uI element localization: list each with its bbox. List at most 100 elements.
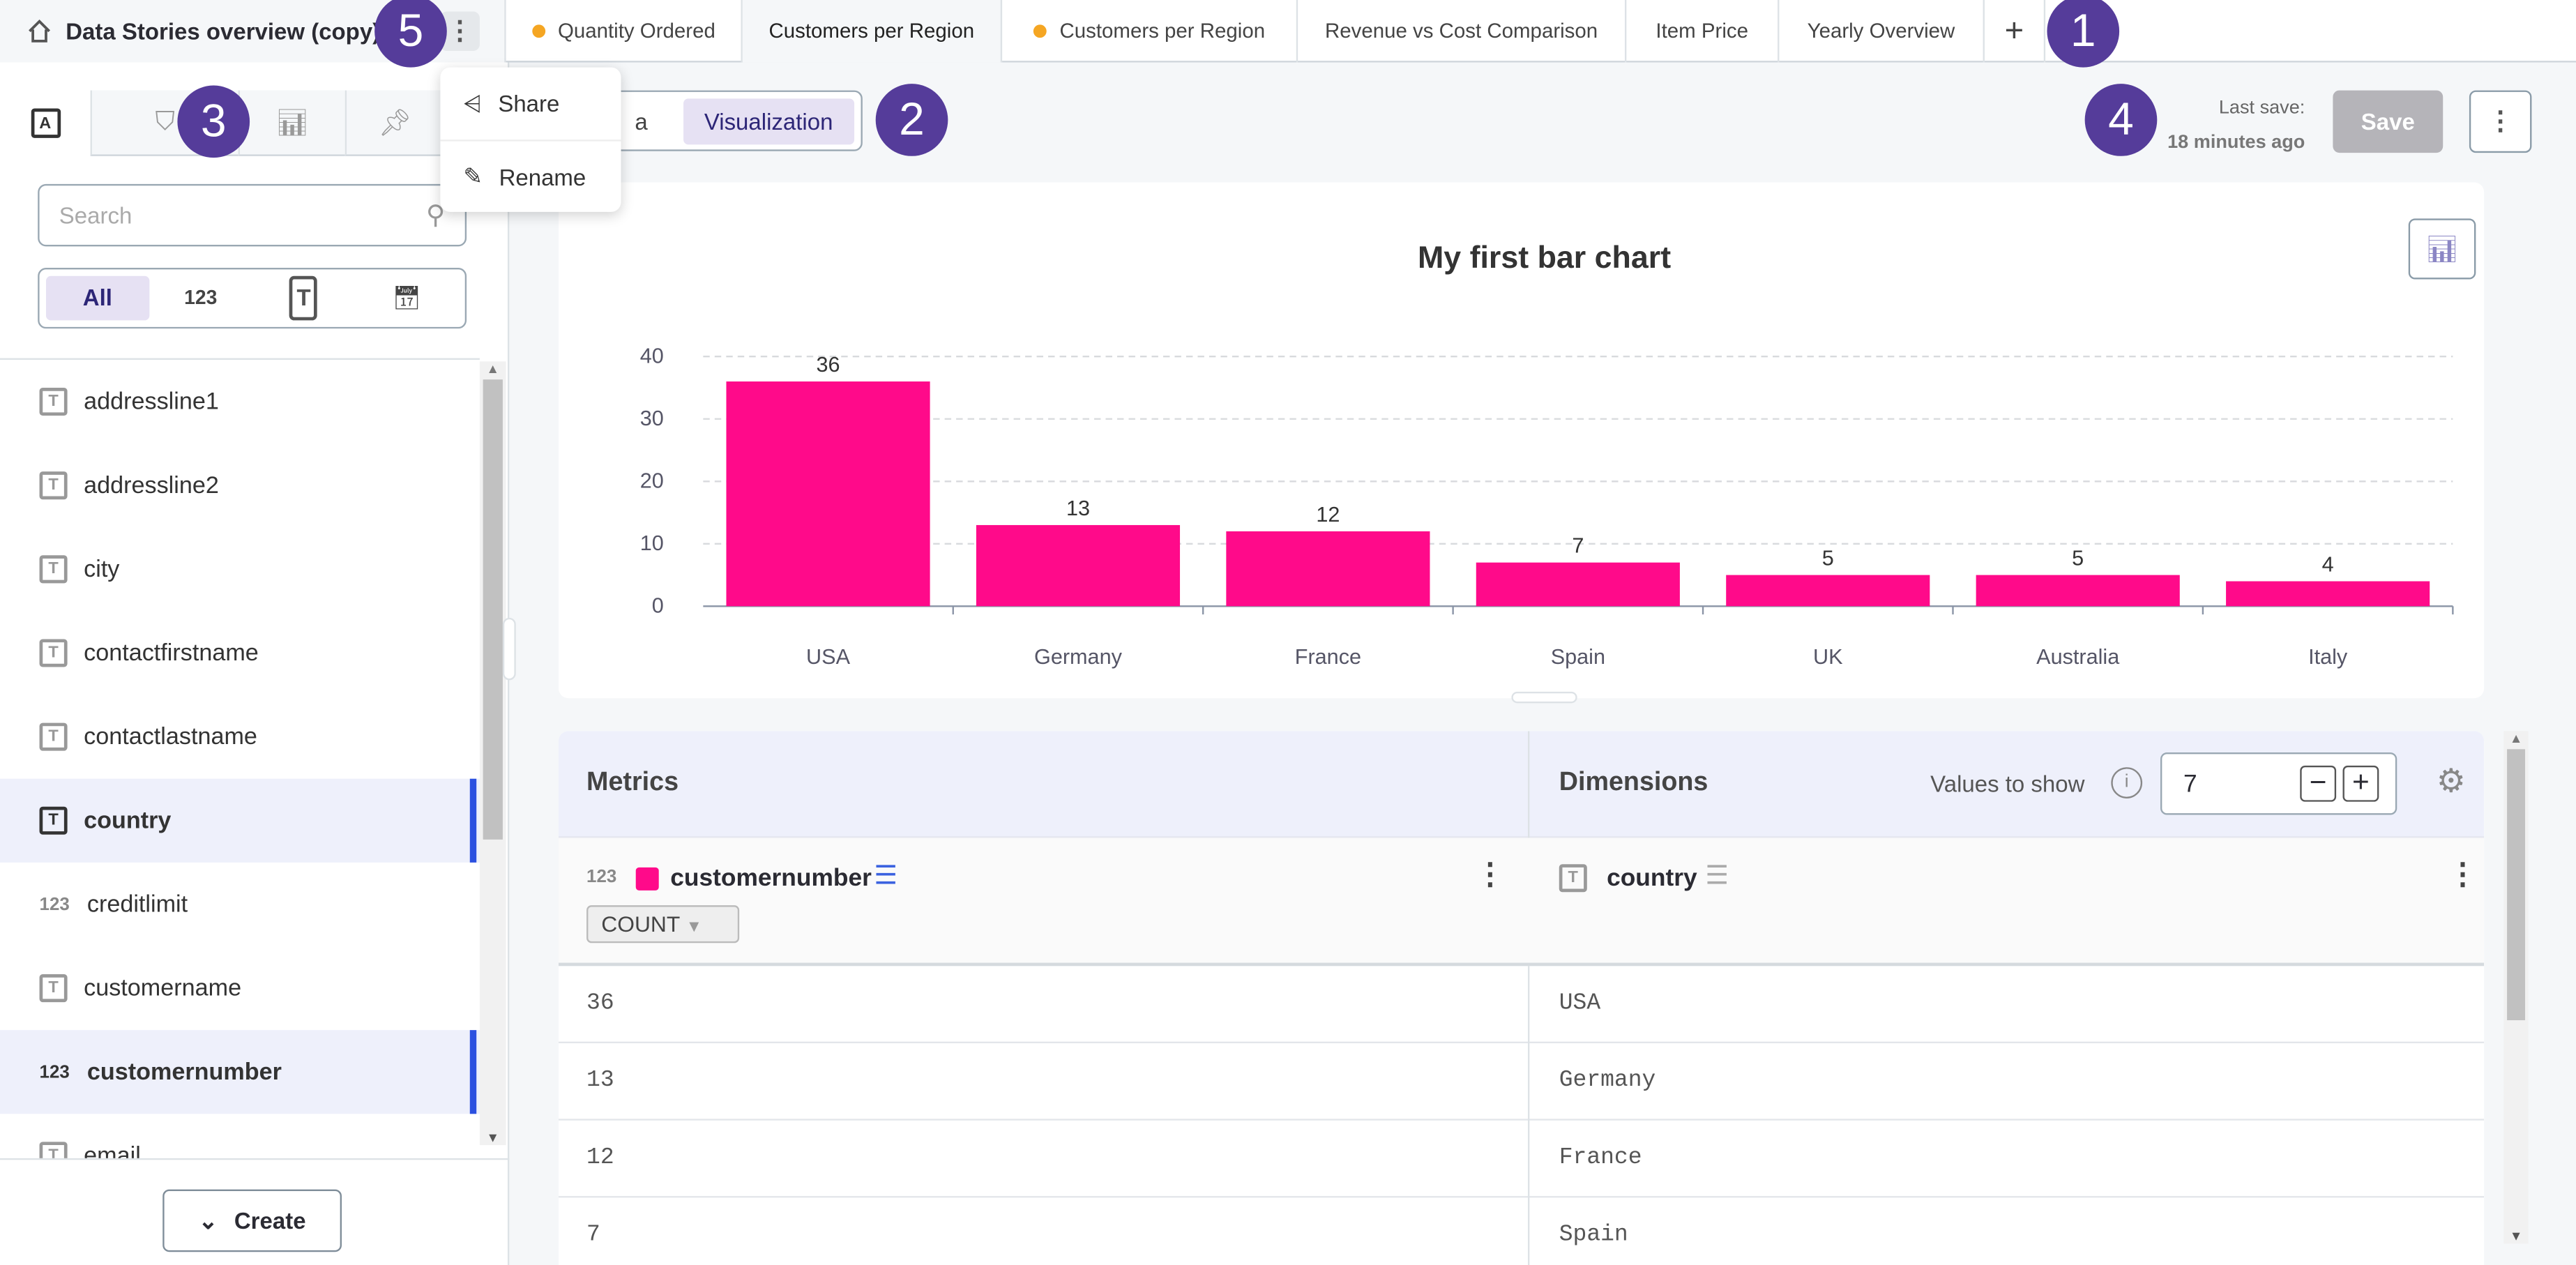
data-label: 5 <box>2072 546 2084 570</box>
field-item[interactable]: Tcontactlastname <box>0 695 480 779</box>
dimension-menu-icon[interactable]: ⋮ <box>2448 858 2477 892</box>
tab-3[interactable]: Revenue vs Cost Comparison <box>1298 0 1627 63</box>
unsaved-dot <box>1033 24 1047 38</box>
x-tick-label: Australia <box>2036 645 2120 669</box>
numeric-type-icon: 123 <box>39 894 70 915</box>
field-item[interactable]: Tcountry <box>0 778 480 863</box>
data-label: 36 <box>817 353 840 377</box>
save-button[interactable]: Save <box>2333 90 2444 153</box>
numeric-type-icon: 123 <box>586 867 617 888</box>
mode-toggle: a Visualization <box>591 90 863 151</box>
tab-chart-settings[interactable]: 📊︎ <box>238 90 345 156</box>
filter-all[interactable]: All <box>45 275 149 321</box>
tab-5[interactable]: Yearly Overview <box>1779 0 1985 63</box>
tab-0[interactable]: Quantity Ordered <box>506 0 743 63</box>
field-item[interactable]: Tcity <box>0 527 480 611</box>
metric-menu-icon[interactable]: ⋮ <box>1476 858 1505 892</box>
home-icon <box>29 19 51 43</box>
tab-label: Customers per Region <box>1059 20 1266 43</box>
x-tick-label: Germany <box>1034 645 1123 669</box>
table-header: Metrics Dimensions Values to show i 7 − … <box>559 731 2485 838</box>
panel-resize-handle[interactable] <box>502 617 516 681</box>
metric-cell: 7 <box>586 1222 600 1249</box>
bar <box>1476 562 1680 607</box>
field-name: contactlastname <box>84 723 257 750</box>
numeric-type-icon: 123 <box>39 1062 70 1082</box>
aggregation-dropdown[interactable]: COUNT ▼ <box>586 905 740 944</box>
unsaved-dot <box>531 24 545 38</box>
metric-cell: 36 <box>586 990 614 1017</box>
filter-date[interactable]: 📅︎ <box>355 276 458 321</box>
field-item[interactable]: 123 customernumber <box>0 1030 480 1114</box>
field-name: customername <box>84 975 242 1001</box>
field-name: contactfirstname <box>84 639 259 667</box>
metric-cell: 12 <box>586 1145 614 1172</box>
chart-resize-handle[interactable] <box>1511 691 1577 704</box>
dimension-cell: France <box>1559 1145 1642 1172</box>
field-item[interactable]: 123 creditlimit <box>0 863 480 946</box>
mode-visualization[interactable]: Visualization <box>683 98 855 144</box>
tab-4[interactable]: Item Price <box>1626 0 1780 63</box>
dimension-cell: Spain <box>1559 1222 1628 1249</box>
create-label: Create <box>234 1207 306 1234</box>
last-save-time: 18 minutes ago <box>2167 132 2305 153</box>
decrement-button[interactable]: − <box>2300 765 2337 802</box>
search-input[interactable]: Search ⚲ <box>38 183 467 247</box>
series-color-swatch[interactable] <box>635 867 659 891</box>
tab-label: Yearly Overview <box>1807 20 1955 43</box>
field-item[interactable]: Taddressline2 <box>0 444 480 527</box>
gear-icon[interactable]: ⚙ <box>2437 761 2466 802</box>
last-save: Last save: 18 minutes ago <box>2136 92 2305 161</box>
values-to-show-label: Values to show <box>1930 770 2085 797</box>
field-name: city <box>84 556 120 583</box>
bar <box>976 524 1181 607</box>
field-name: customernumber <box>86 1059 282 1086</box>
menu-item-rename[interactable]: ✎ Rename <box>440 139 621 212</box>
field-item[interactable]: Temail <box>0 1114 480 1158</box>
text-type-icon: T <box>39 639 68 667</box>
tab-fields[interactable]: A <box>0 90 91 156</box>
menu-item-share[interactable]: ⩤ Share <box>440 68 621 140</box>
values-to-show-stepper[interactable]: 7 − + <box>2160 752 2397 815</box>
badge-2: 2 <box>875 84 948 156</box>
bar <box>726 381 930 607</box>
table-scrollbar[interactable]: ▲ ▼ <box>2503 731 2529 1244</box>
chart-card: My first bar chart 📊︎ 0 10 20 30 40 36 USA 13 Ge… <box>559 182 2485 699</box>
tab-pinned[interactable]: 📌︎ <box>344 90 444 156</box>
chevron-down-icon: ⌄ <box>198 1206 218 1234</box>
add-tab-button[interactable]: + <box>1985 0 2046 63</box>
filter-numeric[interactable]: 123 <box>149 276 252 321</box>
data-label: 12 <box>1316 503 1340 527</box>
table-row: 12 France <box>559 1121 2485 1198</box>
tab-2[interactable]: Customers per Region <box>1002 0 1298 63</box>
story-context-menu: ⩤ Share ✎ Rename <box>440 67 621 212</box>
sort-icon[interactable]: ☰ <box>874 859 897 892</box>
x-tick-label: Spain <box>1551 645 1605 669</box>
field-list: Taddressline1 Taddressline2 Tcity Tcontactf… <box>0 358 480 1158</box>
y-tick-label: 20 <box>640 469 664 493</box>
increment-button[interactable]: + <box>2342 765 2379 802</box>
x-tick-label: UK <box>1813 645 1843 669</box>
data-label: 7 <box>1572 534 1584 558</box>
table-row: 36 USA <box>559 966 2485 1043</box>
field-item[interactable]: Tcustomername <box>0 946 480 1030</box>
sort-icon[interactable]: ☰ <box>1705 859 1729 892</box>
filter-text[interactable]: T <box>252 275 356 321</box>
bar <box>2226 581 2430 607</box>
tab-1[interactable]: Customers per Region <box>742 0 1003 63</box>
table-row: 13 Germany <box>559 1043 2485 1121</box>
column-divider <box>1527 966 1530 1265</box>
metric-cell: 13 <box>586 1068 614 1095</box>
y-tick-label: 0 <box>652 594 664 618</box>
field-item[interactable]: Taddressline1 <box>0 360 480 444</box>
more-options-button[interactable]: ⋮ <box>2469 90 2532 153</box>
tab-label: Item Price <box>1656 20 1748 43</box>
field-name: addressline2 <box>84 472 219 499</box>
field-name: creditlimit <box>86 891 188 918</box>
create-button[interactable]: ⌄ Create <box>162 1189 342 1252</box>
field-header-row: 123 customernumber ☰ ⋮ COUNT ▼ T country… <box>559 838 2485 967</box>
search-placeholder: Search <box>59 202 132 229</box>
field-item[interactable]: Tcontactfirstname <box>0 611 480 695</box>
field-list-scrollbar[interactable]: ▲ ▼ <box>479 361 506 1146</box>
bar <box>1726 575 1930 607</box>
